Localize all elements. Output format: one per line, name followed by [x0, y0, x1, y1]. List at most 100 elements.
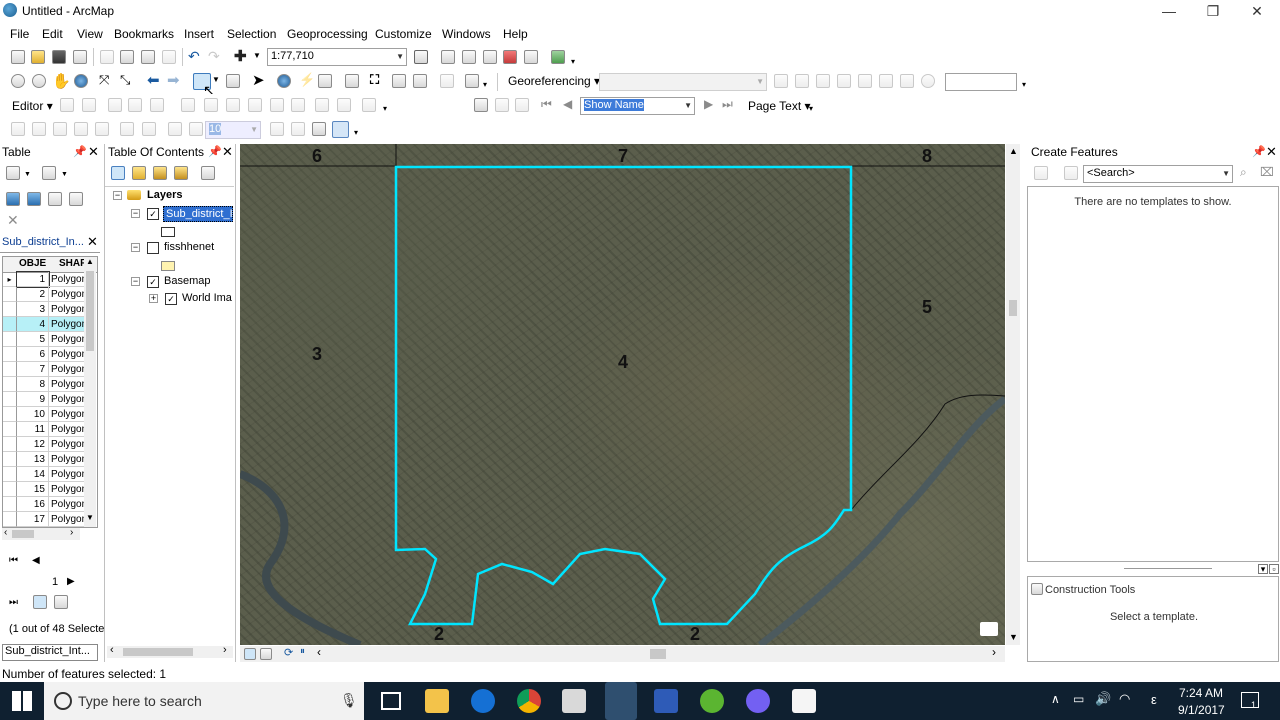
straight-segment-icon[interactable]: [108, 98, 122, 112]
layers-root-label[interactable]: Layers: [147, 189, 182, 201]
cell-objectid[interactable]: 6: [17, 347, 49, 362]
hyperlink-icon[interactable]: ⚡: [299, 72, 315, 88]
clock-time[interactable]: 7:24 AM: [1179, 686, 1223, 700]
close-icon[interactable]: ✕: [87, 234, 98, 250]
toolbar-overflow-arrow[interactable]: ▾: [383, 104, 387, 113]
viber-icon[interactable]: [746, 689, 770, 713]
chevron-down-icon[interactable]: ▼: [1009, 632, 1018, 642]
table-row[interactable]: 10 Polygon: [3, 407, 85, 422]
row-selector[interactable]: [3, 422, 17, 437]
cell-shape[interactable]: Polygon: [49, 392, 85, 407]
pause-drawing-icon[interactable]: ⏸: [300, 646, 305, 657]
cut-polygons-icon[interactable]: [226, 98, 240, 112]
list-by-selection-icon[interactable]: [174, 166, 188, 180]
pin-icon[interactable]: 📌: [1252, 145, 1266, 158]
clear-search-icon[interactable]: ⌧: [1260, 165, 1274, 179]
cell-objectid[interactable]: 4: [17, 317, 49, 332]
collapse-icon[interactable]: −: [131, 277, 140, 286]
add-data-icon[interactable]: ✚: [234, 47, 247, 65]
map-vertical-scrollbar[interactable]: ▲ ▼: [1006, 144, 1020, 645]
select-link-icon[interactable]: [837, 74, 851, 88]
row-selector[interactable]: [3, 317, 17, 332]
create-viewer-window-icon[interactable]: [465, 74, 479, 88]
next-record-icon[interactable]: ▶: [67, 576, 75, 587]
cell-objectid[interactable]: 13: [17, 452, 49, 467]
back-extent-icon[interactable]: ⬅: [147, 71, 160, 89]
row-selector[interactable]: [3, 452, 17, 467]
chevron-left-icon[interactable]: ‹: [4, 527, 7, 538]
close-button[interactable]: ✕: [1234, 0, 1280, 22]
cell-shape[interactable]: Polygon: [49, 362, 85, 377]
cell-shape[interactable]: Polygon: [49, 347, 85, 362]
copy-icon[interactable]: [120, 50, 134, 64]
georeferencing-layer-combo[interactable]: ▼: [599, 73, 767, 91]
column-header-shape[interactable]: SHAF: [59, 258, 86, 269]
volume-icon[interactable]: 🔊: [1095, 691, 1111, 707]
page-text-menu[interactable]: Page Text ▾: [748, 99, 811, 113]
pan-hand-icon[interactable]: ✋: [52, 72, 71, 90]
current-record-number[interactable]: 1: [52, 576, 58, 588]
table-vertical-scrollbar[interactable]: ▲ ▼: [84, 257, 96, 527]
draw-point-icon[interactable]: [74, 122, 88, 136]
table-row[interactable]: 12 Polygon: [3, 437, 85, 452]
battery-icon[interactable]: ▭: [1073, 692, 1084, 706]
cell-shape[interactable]: Polygon: [49, 302, 85, 317]
scrollbar-thumb[interactable]: [86, 271, 94, 351]
row-selector[interactable]: [3, 347, 17, 362]
edit-tool-icon[interactable]: [60, 98, 74, 112]
layer-checkbox-checked[interactable]: ✓: [147, 276, 159, 288]
cell-objectid[interactable]: 16: [17, 497, 49, 512]
cell-shape[interactable]: Polygon: [49, 287, 85, 302]
rotate-icon[interactable]: [774, 74, 788, 88]
map-canvas[interactable]: 6 7 8 3 4 5 2 2: [240, 144, 1005, 645]
toolbar-overflow-arrow[interactable]: ▾: [809, 104, 813, 113]
table-row[interactable]: 3 Polygon: [3, 302, 85, 317]
chevron-right-icon[interactable]: ›: [223, 644, 227, 656]
chevron-up-icon[interactable]: ▲: [86, 257, 94, 266]
row-selector[interactable]: [3, 482, 17, 497]
delete-selected-icon[interactable]: ✕: [7, 212, 19, 229]
row-selector[interactable]: [3, 332, 17, 347]
editor-menu[interactable]: Editor ▾: [12, 99, 53, 113]
related-tables-icon[interactable]: [42, 166, 56, 180]
photos-icon[interactable]: [792, 689, 816, 713]
hollow-polygon-symbol[interactable]: [161, 227, 175, 237]
layout-view-icon[interactable]: [441, 50, 455, 64]
draw-callout-icon[interactable]: [53, 122, 67, 136]
table-row[interactable]: ▸ 1 Polygon: [3, 271, 85, 288]
chevron-down-icon[interactable]: ▼: [86, 513, 94, 522]
switch-selection-icon[interactable]: [27, 192, 41, 206]
utorrent-icon[interactable]: [700, 689, 724, 713]
arccatalog-icon[interactable]: [462, 50, 476, 64]
wifi-icon[interactable]: ◠: [1119, 691, 1130, 707]
yellow-polygon-symbol[interactable]: [161, 261, 175, 271]
cell-shape[interactable]: Polygon: [49, 332, 85, 347]
scrollbar-thumb[interactable]: [12, 530, 34, 538]
last-page-icon[interactable]: ⏭: [722, 97, 733, 112]
expand-icon[interactable]: +: [149, 294, 158, 303]
save-icon[interactable]: [52, 50, 66, 64]
draw-rectangle-icon[interactable]: [32, 122, 46, 136]
table-row[interactable]: 13 Polygon: [3, 452, 85, 467]
toc-horizontal-scrollbar[interactable]: ‹ ›: [107, 644, 233, 658]
row-selector[interactable]: [3, 362, 17, 377]
close-icon[interactable]: ✕: [222, 144, 233, 160]
pin-icon[interactable]: 📌: [73, 145, 87, 158]
georeferencing-menu[interactable]: Georeferencing ▾: [508, 74, 600, 88]
list-by-drawing-order-icon[interactable]: [111, 166, 125, 180]
arctoolbox-icon[interactable]: [503, 50, 517, 64]
row-selector[interactable]: [3, 302, 17, 317]
chevron-up-icon[interactable]: ∧: [1051, 692, 1060, 706]
find-route-icon[interactable]: [392, 74, 406, 88]
fixed-zoom-in-icon[interactable]: ⤧: [99, 72, 109, 88]
scrollbar-thumb[interactable]: [123, 648, 193, 656]
template-properties-icon[interactable]: [1064, 166, 1078, 180]
cell-objectid[interactable]: 14: [17, 467, 49, 482]
menu-insert[interactable]: Insert: [184, 27, 214, 41]
go-to-xy-icon[interactable]: [413, 74, 427, 88]
time-slider-icon[interactable]: [440, 74, 454, 88]
row-selector[interactable]: [3, 392, 17, 407]
cell-objectid[interactable]: 12: [17, 437, 49, 452]
cell-objectid[interactable]: 11: [17, 422, 49, 437]
row-selector[interactable]: [3, 497, 17, 512]
